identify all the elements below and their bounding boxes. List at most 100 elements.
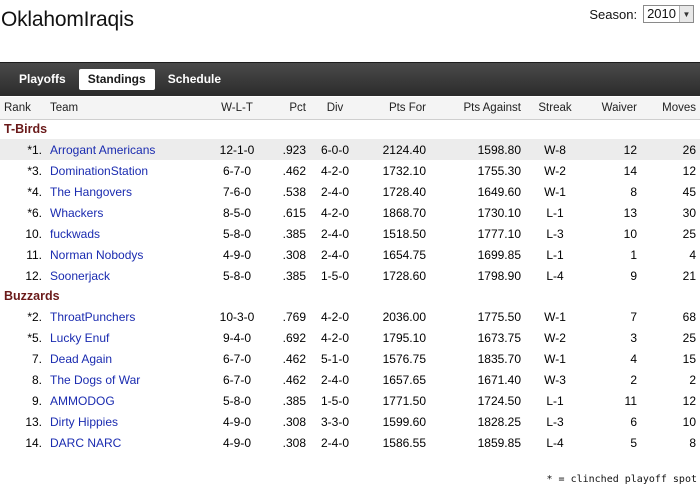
team-moves: 2 [689,372,696,387]
team-div-record: 2-4-0 [320,226,349,241]
table-row: 13. Dirty Hippies 4-9-0 .308 3-3-0 1599.60 182… [0,411,700,432]
team-streak: W-2 [544,163,566,178]
standings-table: Rank Team W-L-T Pct Div Pts For Pts Agai… [0,97,700,453]
team-pts-for: 2036.00 [382,309,426,324]
team-link[interactable]: Lucky Enuf [50,331,109,345]
team-rank: 9. [31,393,42,408]
team-name: Dirty Hippies [46,411,208,432]
team-waiver: 4 [630,351,637,366]
table-row: *5. Lucky Enuf 9-4-0 .692 4-2-0 1795.10 1673.7… [0,327,700,348]
team-wlt: 6-7-0 [222,372,251,387]
team-pct: .308 [282,247,306,262]
team-pct: .385 [282,226,306,241]
team-waiver: 2 [630,372,637,387]
team-name: Lucky Enuf [46,327,208,348]
team-link[interactable]: The Hangovers [50,185,132,199]
season-select[interactable]: 2010 ▼ [643,5,694,23]
team-waiver: 12 [585,139,641,160]
col-streak: Streak [525,97,585,120]
tab-standings[interactable]: Standings [78,69,155,90]
team-wlt: 10-3-0 [219,309,255,324]
team-wlt: 6-7-0 [222,163,251,178]
team-div-record: 4-2-0 [320,163,349,178]
team-name: fuckwads [46,223,208,244]
team-waiver: 7 [630,309,637,324]
team-name: DARC NARC [46,432,208,453]
team-moves: 45 [682,184,696,199]
team-link[interactable]: DARC NARC [50,436,121,450]
team-link[interactable]: DominationStation [50,164,148,178]
table-row: 11. Norman Nobodys 4-9-0 .308 2-4-0 1654.75 16… [0,244,700,265]
team-pts-for: 2124.40 [360,139,430,160]
table-row: *3. DominationStation 6-7-0 .462 4-2-0 1732.1… [0,160,700,181]
team-pts-against: 1777.10 [477,226,521,241]
team-rank: 14. [25,435,42,450]
team-streak: L-1 [546,205,564,220]
chevron-down-icon[interactable]: ▼ [679,6,693,22]
team-pts-for: 1657.65 [382,372,426,387]
team-name: Soonerjack [46,265,208,286]
team-pts-against: 1755.30 [477,163,521,178]
team-moves: 25 [682,226,696,241]
team-pts-for: 1576.75 [382,351,426,366]
team-link[interactable]: AMMODOG [50,394,115,408]
table-row: *4. The Hangovers 7-6-0 .538 2-4-0 1728.40 164… [0,181,700,202]
team-pct: .692 [282,330,306,345]
team-name: Dead Again [46,348,208,369]
team-wlt: 4-9-0 [222,414,251,429]
team-div-record: 2-4-0 [320,247,349,262]
col-moves: Moves [641,97,700,120]
team-pct: .769 [282,309,306,324]
team-wlt: 5-8-0 [222,226,251,241]
col-rank: Rank [0,97,46,120]
season-label: Season: [589,6,638,22]
league-title: OklahomIraqis [1,8,134,31]
team-streak: W-1 [544,351,566,366]
team-div-record: 6-0-0 [310,139,360,160]
team-rank: *4. [27,184,42,199]
team-pts-for: 1728.40 [382,184,426,199]
team-name: Norman Nobodys [46,244,208,265]
team-pct: .462 [282,163,306,178]
team-link[interactable]: Soonerjack [50,269,110,283]
team-div-record: 2-4-0 [320,184,349,199]
team-pts-against: 1649.60 [477,184,521,199]
team-moves: 30 [682,205,696,220]
team-moves: 12 [682,393,696,408]
team-streak: L-3 [546,226,564,241]
team-rank: *3. [27,163,42,178]
team-link[interactable]: Dead Again [50,352,112,366]
table-row: 10. fuckwads 5-8-0 .385 2-4-0 1518.50 1777.10 L… [0,223,700,244]
team-waiver: 6 [630,414,637,429]
team-streak: L-3 [546,414,564,429]
team-moves: 21 [682,268,696,283]
team-pts-for: 1795.10 [382,330,426,345]
team-pct: .308 [282,414,306,429]
team-div-record: 4-2-0 [320,330,349,345]
team-div-record: 2-4-0 [320,372,349,387]
team-link[interactable]: The Dogs of War [50,373,140,387]
team-link[interactable]: Norman Nobodys [50,248,143,262]
nav-tabbar: Playoffs Standings Schedule [0,62,700,96]
team-waiver: 14 [623,163,637,178]
tab-playoffs[interactable]: Playoffs [10,69,75,90]
team-streak: L-1 [546,393,564,408]
team-link[interactable]: ThroatPunchers [50,310,135,324]
team-link[interactable]: Dirty Hippies [50,415,118,429]
division-name: T-Birds [4,122,48,137]
team-div-record: 4-2-0 [320,205,349,220]
footnote: * = clinched playoff spot [546,474,697,485]
team-link[interactable]: Whackers [50,206,103,220]
tab-schedule[interactable]: Schedule [159,69,230,90]
team-link[interactable]: Arrogant Americans [50,143,155,157]
team-streak: L-1 [546,247,564,262]
team-div-record: 4-2-0 [320,309,349,324]
team-moves: 26 [641,139,700,160]
standings-body: T-Birds *1. Arrogant Americans 12-1-0.923 6-… [0,119,700,453]
division-header: Buzzards [0,286,700,306]
team-link[interactable]: fuckwads [50,227,100,241]
team-waiver: 5 [630,435,637,450]
table-row: *2. ThroatPunchers 10-3-0 .769 4-2-0 2036.00 1… [0,306,700,327]
team-pct: .308 [282,435,306,450]
team-pts-for: 1732.10 [382,163,426,178]
